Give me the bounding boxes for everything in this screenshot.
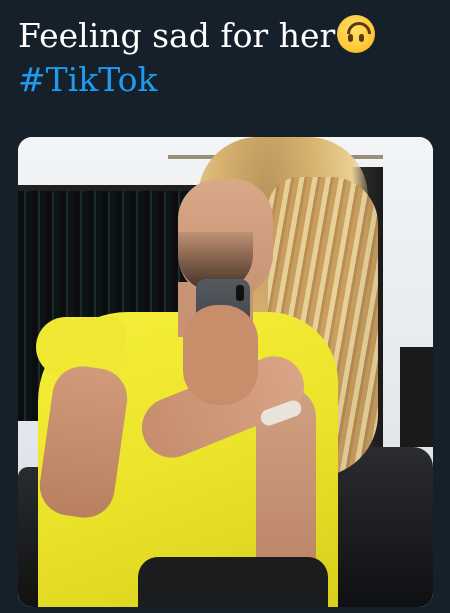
tweet-media-photo[interactable] (18, 137, 433, 607)
tweet-text: Feeling sad for her #TikTok (18, 14, 438, 102)
tweet-body: Feeling sad for her (18, 16, 336, 55)
hashtag-link[interactable]: #TikTok (18, 58, 438, 102)
photo-subject (18, 137, 433, 607)
upside-down-face-emoji-icon (337, 15, 376, 53)
tweet-line-1: Feeling sad for her (18, 14, 438, 58)
